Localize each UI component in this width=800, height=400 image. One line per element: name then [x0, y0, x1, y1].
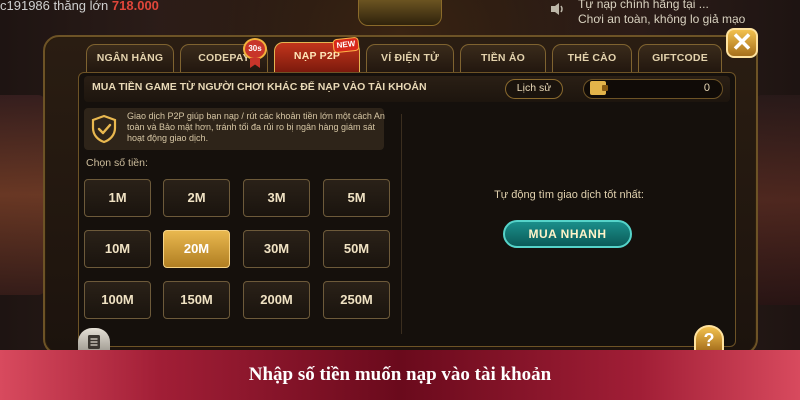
caption-text: Nhập số tiền muốn nạp vào tài khoản — [248, 364, 552, 385]
codepay-30s-badge: 30s — [243, 38, 267, 60]
speaker-icon[interactable] — [550, 2, 566, 16]
promo-notice: Tự nạp chính hãng tại ... Chơi an toàn, … — [578, 0, 778, 27]
amount-option[interactable]: 150M — [163, 281, 230, 319]
wallet-value: 0 — [703, 82, 710, 94]
shield-check-icon — [91, 114, 117, 144]
promo-line-2: Chơi an toàn, không lo giả mạo — [578, 12, 746, 26]
winner-ticker-amount: 718.000 — [111, 0, 159, 13]
auto-match-text: Tự động tìm giao dịch tốt nhất: — [494, 189, 644, 201]
tab-vi-dien-tu[interactable]: VÍ ĐIỆN TỬ — [366, 44, 454, 72]
close-button[interactable]: ✕ — [726, 28, 758, 58]
amount-option[interactable]: 3M — [243, 179, 310, 217]
amount-option[interactable]: 250M — [323, 281, 390, 319]
winner-ticker: c191986 thắng lớn 718.000 — [0, 0, 159, 13]
new-badge: NEW — [332, 36, 360, 54]
amount-option[interactable]: 1M — [84, 179, 151, 217]
choose-amount-label: Chọn số tiền: — [86, 157, 148, 169]
amount-option[interactable]: 2M — [163, 179, 230, 217]
game-logo — [358, 0, 442, 26]
wallet-icon — [590, 81, 608, 95]
amount-option[interactable]: 50M — [323, 230, 390, 268]
panel-title: MUA TIỀN GAME TỪ NGƯỜI CHƠI KHÁC ĐỂ NẠP … — [92, 81, 427, 93]
amount-option[interactable]: 10M — [84, 230, 151, 268]
panel-divider — [401, 114, 402, 334]
amount-option[interactable]: 30M — [243, 230, 310, 268]
lobby-left-card — [0, 95, 46, 295]
promo-line-1: Tự nạp chính hãng tại ... — [578, 0, 709, 11]
amount-option[interactable]: 200M — [243, 281, 310, 319]
winner-ticker-text: c191986 thắng lớn — [0, 0, 109, 13]
buy-now-button[interactable]: MUA NHANH — [503, 220, 632, 248]
lobby-right-card — [754, 95, 800, 305]
history-button[interactable]: Lịch sử — [505, 79, 563, 99]
amount-option[interactable]: 100M — [84, 281, 151, 319]
tab-giftcode[interactable]: GIFTCODE — [638, 44, 722, 72]
amount-option[interactable]: 5M — [323, 179, 390, 217]
tab-the-cao[interactable]: THẺ CÀO — [552, 44, 632, 72]
p2p-info-text: Giao dịch P2P giúp bạn nạp / rút các kho… — [127, 111, 385, 143]
amount-option-selected[interactable]: 20M — [163, 230, 230, 268]
tab-ngan-hang[interactable]: NGÂN HÀNG — [86, 44, 174, 72]
tab-tien-ao[interactable]: TIỀN ẢO — [460, 44, 546, 72]
help-button[interactable]: ? — [694, 325, 724, 353]
payment-tabs: NGÂN HÀNG CODEPAY NẠP P2P VÍ ĐIỆN TỬ TIỀ… — [86, 42, 722, 72]
